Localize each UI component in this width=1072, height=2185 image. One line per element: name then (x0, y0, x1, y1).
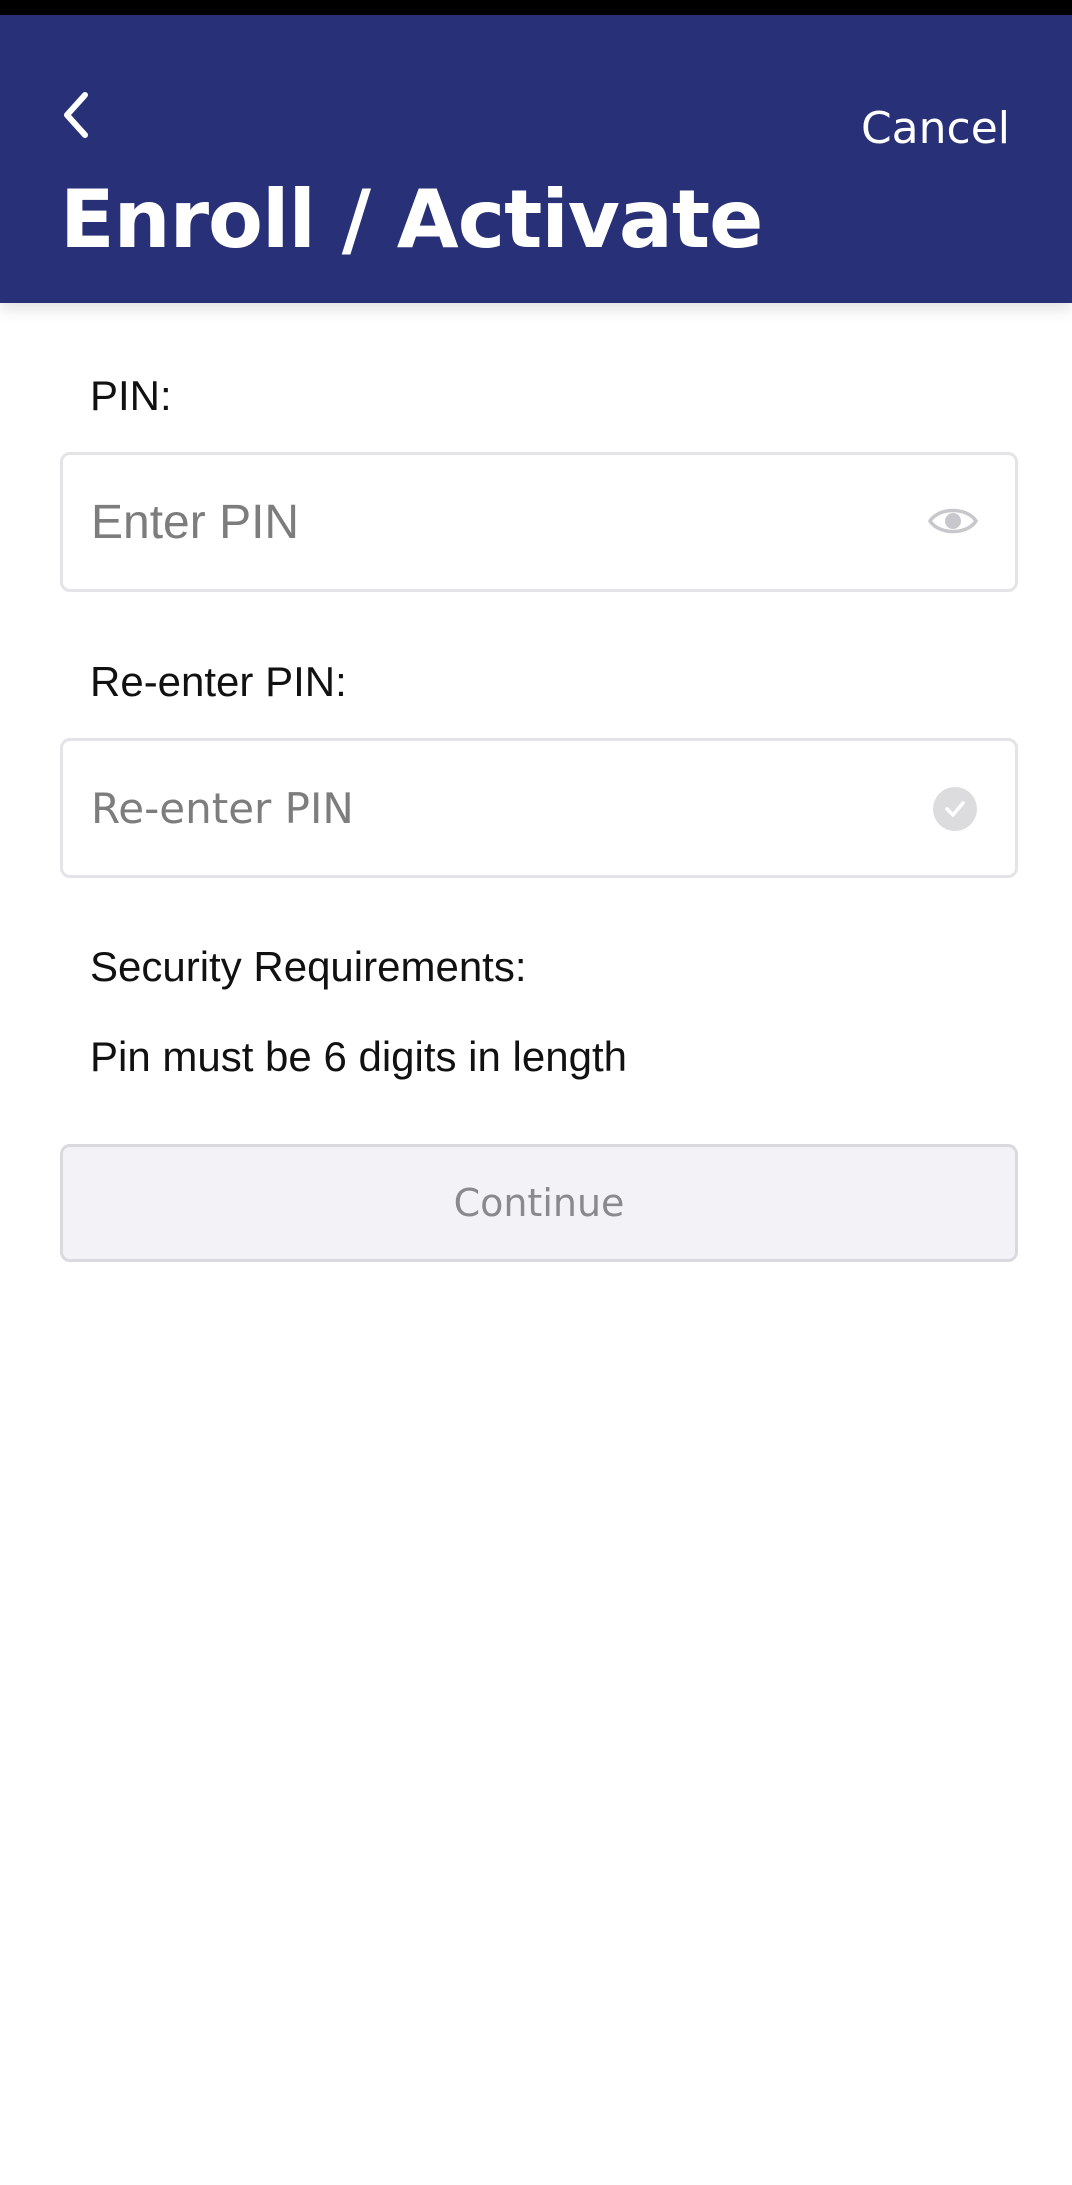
security-requirement-rule: Pin must be 6 digits in length (90, 1033, 627, 1080)
repin-label: Re-enter PIN: (90, 658, 347, 705)
show-pin-toggle[interactable] (927, 497, 979, 549)
check-circle-icon (933, 787, 977, 831)
repin-input[interactable] (91, 741, 911, 875)
page-title: Enroll / Activate (60, 173, 763, 266)
status-bar (0, 0, 1072, 15)
chevron-left-icon (59, 89, 93, 141)
app-header: Cancel Enroll / Activate (0, 15, 1072, 303)
cancel-button[interactable]: Cancel (861, 101, 1010, 157)
pin-field[interactable] (60, 452, 1018, 592)
pin-label: PIN: (90, 372, 172, 419)
back-button[interactable] (48, 79, 104, 151)
pin-input[interactable] (91, 455, 911, 589)
eye-icon (927, 503, 979, 544)
repin-field[interactable] (60, 738, 1018, 878)
continue-button[interactable]: Continue (60, 1144, 1018, 1262)
security-requirements-heading: Security Requirements: (90, 943, 527, 990)
